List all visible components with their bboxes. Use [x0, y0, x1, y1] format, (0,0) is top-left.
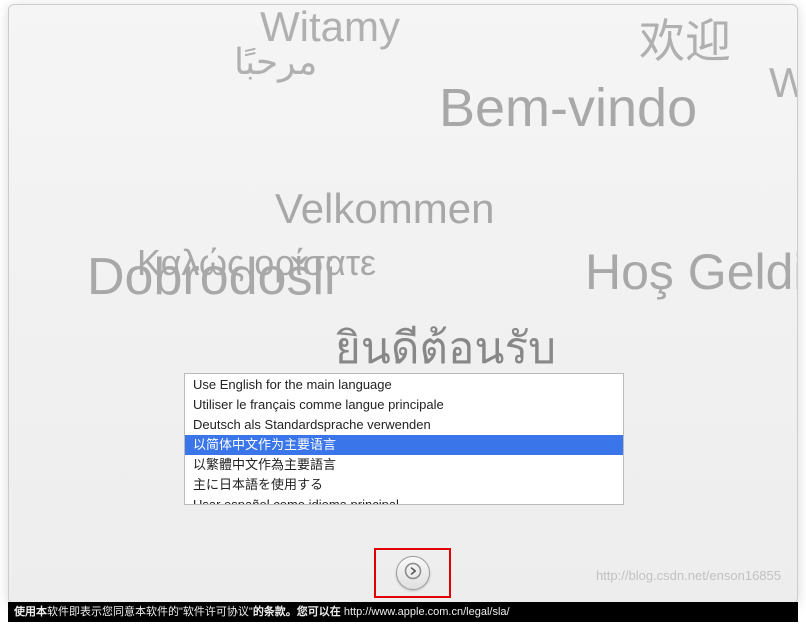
- greeting-hosgeldi: Hoş Geldi: [585, 243, 798, 301]
- language-option[interactable]: Utiliser le français comme langue princi…: [185, 395, 623, 415]
- arrow-right-icon: [404, 562, 422, 585]
- greeting-huanying: 欢迎: [639, 5, 731, 71]
- greeting-dobrodosli: Dobrodošli: [87, 247, 336, 307]
- footer-url: http://www.apple.com.cn/legal/sla/: [344, 606, 510, 618]
- footer-bar: 使用本软件即表示您同意本软件的"软件许可协议"的条款。您可以在 http://w…: [8, 602, 798, 622]
- language-list[interactable]: Use English for the main languageUtilise…: [185, 374, 623, 504]
- footer-prefix: 使用本: [14, 606, 47, 618]
- greeting-bemvindo: Bem-vindo: [439, 77, 697, 139]
- greeting-velkommen: Velkommen: [275, 185, 494, 233]
- footer-suffix: 的条款。您可以在: [253, 606, 344, 618]
- greeting-witamy: Witamy: [260, 4, 400, 51]
- language-option[interactable]: 主に日本語を使用する: [185, 475, 623, 495]
- footer-middle: 软件即表示您同意本软件的"软件许可协议": [47, 606, 253, 618]
- language-option[interactable]: 以简体中文作为主要语言: [185, 435, 623, 455]
- language-option[interactable]: Use English for the main language: [185, 375, 623, 395]
- greeting-marhaba: مرحبًا: [234, 41, 317, 83]
- greeting-kalos: Καλώς ορίσατε: [137, 242, 376, 284]
- language-option[interactable]: Deutsch als Standardsprache verwenden: [185, 415, 623, 435]
- continue-button[interactable]: [396, 556, 430, 590]
- watermark-text: http://blog.csdn.net/enson16855: [596, 568, 781, 583]
- setup-window: Witamy 欢迎 مرحبًا Wi Bem-vindo Velkommen …: [8, 4, 798, 604]
- continue-highlight-box: [374, 548, 451, 598]
- greeting-wi: Wi: [769, 59, 798, 107]
- language-select-box: Use English for the main languageUtilise…: [184, 373, 624, 505]
- language-option[interactable]: Usar español como idioma principal: [185, 495, 623, 504]
- language-option[interactable]: 以繁體中文作為主要語言: [185, 455, 623, 475]
